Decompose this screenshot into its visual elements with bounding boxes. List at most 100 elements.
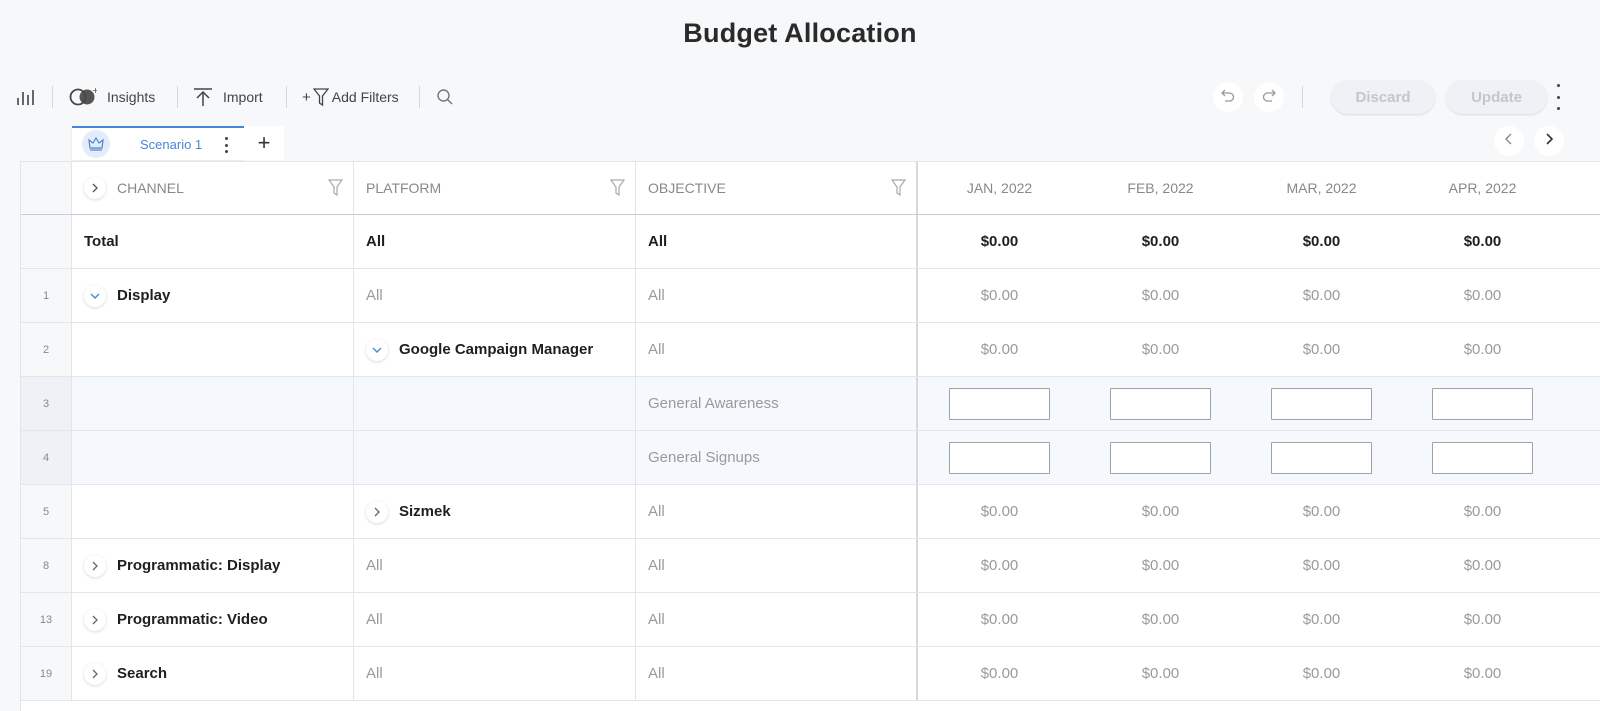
objective-cell[interactable]: All: [636, 323, 918, 376]
month-value-cell[interactable]: $0.00: [1241, 539, 1402, 592]
month-value-cell[interactable]: $0.00: [1241, 269, 1402, 322]
month-value-cell[interactable]: $0.00: [919, 215, 1080, 268]
month-value-cell[interactable]: $0.00: [1402, 539, 1563, 592]
objective-cell[interactable]: General Signups: [636, 431, 918, 484]
month-value-cell[interactable]: $0.00: [919, 323, 1080, 376]
table-row[interactable]: 1 Display All All $0.00 $0.00 $0.00 $0.00: [21, 269, 1600, 323]
column-header-month[interactable]: FEB, 2022: [1080, 162, 1241, 214]
budget-amount-input[interactable]: [1271, 441, 1372, 474]
more-vertical-icon[interactable]: [1554, 84, 1562, 110]
budget-amount-input[interactable]: [1432, 441, 1533, 474]
column-header-month[interactable]: APR, 2022: [1402, 162, 1563, 214]
budget-amount-input[interactable]: [1271, 387, 1372, 420]
platform-cell[interactable]: All: [354, 215, 636, 268]
platform-cell[interactable]: All: [354, 539, 636, 592]
discard-button[interactable]: Discard: [1331, 80, 1435, 114]
month-value-cell[interactable]: $0.00: [1402, 485, 1563, 538]
scroll-right-button[interactable]: [1534, 126, 1564, 156]
table-row[interactable]: 13 Programmatic: Video All All $0.00 $0.00 $0.…: [21, 593, 1600, 647]
scroll-left-button[interactable]: [1494, 126, 1524, 156]
filter-icon[interactable]: [327, 179, 344, 200]
table-row[interactable]: 19 Search All All $0.00 $0.00 $0.00 $0.00: [21, 647, 1600, 701]
add-tab-button[interactable]: +: [244, 126, 284, 160]
tab-scenario-1[interactable]: Scenario 1: [72, 126, 244, 160]
channel-cell[interactable]: Programmatic: Display: [72, 539, 354, 592]
undo-button[interactable]: [1213, 82, 1243, 112]
month-value-cell[interactable]: $0.00: [919, 539, 1080, 592]
month-value-cell[interactable]: $0.00: [1080, 269, 1241, 322]
platform-cell[interactable]: [354, 431, 636, 484]
filter-icon[interactable]: [890, 179, 907, 200]
chevron-down-icon[interactable]: [84, 284, 106, 307]
month-value-cell[interactable]: [1080, 377, 1241, 430]
add-filters-button[interactable]: + Add Filters: [302, 78, 399, 116]
platform-cell[interactable]: All: [354, 593, 636, 646]
search-button[interactable]: [436, 78, 454, 116]
month-value-cell[interactable]: [1241, 377, 1402, 430]
month-value-cell[interactable]: $0.00: [1402, 593, 1563, 646]
objective-cell[interactable]: All: [636, 647, 918, 700]
budget-amount-input[interactable]: [1110, 387, 1211, 420]
month-value-cell[interactable]: $0.00: [1402, 647, 1563, 700]
month-value-cell[interactable]: $0.00: [1241, 593, 1402, 646]
platform-cell[interactable]: [354, 377, 636, 430]
objective-cell[interactable]: All: [636, 269, 918, 322]
objective-cell[interactable]: All: [636, 215, 918, 268]
month-value-cell[interactable]: [1402, 431, 1563, 484]
chevron-right-icon[interactable]: [84, 554, 106, 577]
month-value-cell[interactable]: $0.00: [1241, 647, 1402, 700]
platform-cell[interactable]: Sizmek: [354, 485, 636, 538]
column-header-channel[interactable]: CHANNEL: [72, 162, 354, 214]
month-value-cell[interactable]: $0.00: [919, 269, 1080, 322]
total-row[interactable]: Total All All $0.00 $0.00 $0.00 $0.00: [21, 215, 1600, 269]
month-value-cell[interactable]: $0.00: [1080, 215, 1241, 268]
month-value-cell[interactable]: $0.00: [919, 647, 1080, 700]
table-row[interactable]: 8 Programmatic: Display All All $0.00 $0.00 $0…: [21, 539, 1600, 593]
month-value-cell[interactable]: $0.00: [1080, 593, 1241, 646]
month-value-cell[interactable]: $0.00: [1080, 539, 1241, 592]
month-value-cell[interactable]: $0.00: [919, 485, 1080, 538]
channel-cell[interactable]: Programmatic: Video: [72, 593, 354, 646]
month-value-cell[interactable]: $0.00: [1402, 323, 1563, 376]
import-button[interactable]: Import: [193, 78, 263, 116]
month-value-cell[interactable]: $0.00: [1080, 323, 1241, 376]
table-row[interactable]: 5 Sizmek All $0.00 $0.00 $0.00 $0.00: [21, 485, 1600, 539]
chevron-right-icon[interactable]: [366, 500, 388, 523]
month-value-cell[interactable]: [919, 377, 1080, 430]
tab-more-icon[interactable]: [225, 137, 228, 153]
month-value-cell[interactable]: $0.00: [919, 593, 1080, 646]
objective-cell[interactable]: All: [636, 593, 918, 646]
month-value-cell[interactable]: $0.00: [1241, 215, 1402, 268]
month-value-cell[interactable]: $0.00: [1080, 485, 1241, 538]
table-row[interactable]: 3 General Awareness: [21, 377, 1600, 431]
chevron-down-icon[interactable]: [366, 338, 388, 361]
month-value-cell[interactable]: [1241, 431, 1402, 484]
platform-cell[interactable]: All: [354, 269, 636, 322]
budget-amount-input[interactable]: [1110, 441, 1211, 474]
redo-button[interactable]: [1254, 82, 1284, 112]
month-value-cell[interactable]: $0.00: [1241, 485, 1402, 538]
channel-cell[interactable]: [72, 485, 354, 538]
channel-cell[interactable]: Display: [72, 269, 354, 322]
channel-cell[interactable]: Search: [72, 647, 354, 700]
objective-cell[interactable]: All: [636, 485, 918, 538]
chevron-right-icon[interactable]: [84, 662, 106, 685]
insights-button[interactable]: + Insights: [69, 78, 155, 116]
channel-cell[interactable]: Total: [72, 215, 354, 268]
month-value-cell[interactable]: [919, 431, 1080, 484]
chart-view-button[interactable]: [16, 78, 36, 116]
platform-cell[interactable]: Google Campaign Manager: [354, 323, 636, 376]
platform-cell[interactable]: All: [354, 647, 636, 700]
objective-cell[interactable]: All: [636, 539, 918, 592]
channel-cell[interactable]: [72, 323, 354, 376]
month-value-cell[interactable]: $0.00: [1080, 647, 1241, 700]
month-value-cell[interactable]: [1402, 377, 1563, 430]
filter-icon[interactable]: [609, 179, 626, 200]
column-header-month[interactable]: MAR, 2022: [1241, 162, 1402, 214]
month-value-cell[interactable]: $0.00: [1402, 215, 1563, 268]
table-row[interactable]: 2 Google Campaign Manager All $0.00 $0.00 $0.…: [21, 323, 1600, 377]
objective-cell[interactable]: General Awareness: [636, 377, 918, 430]
column-header-month[interactable]: JAN, 2022: [919, 162, 1080, 214]
month-value-cell[interactable]: $0.00: [1241, 323, 1402, 376]
budget-amount-input[interactable]: [1432, 387, 1533, 420]
